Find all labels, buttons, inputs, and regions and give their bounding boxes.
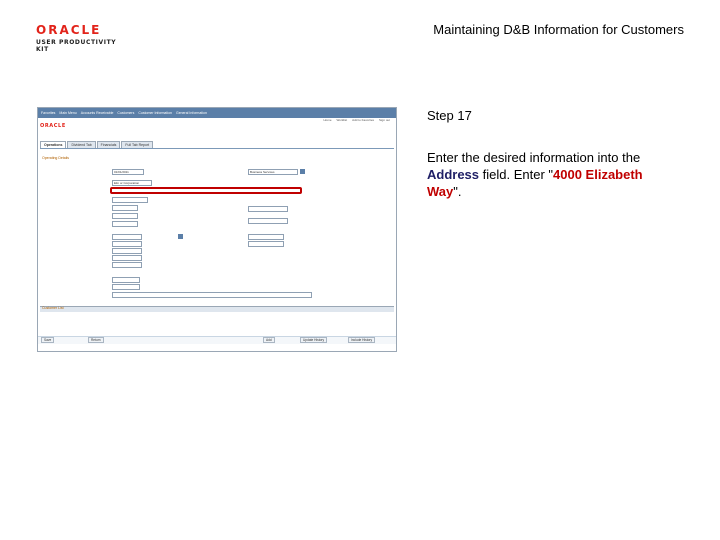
nav-item[interactable]: General Information (176, 111, 207, 115)
document-title: Maintaining D&B Information for Customer… (433, 22, 684, 37)
instruction-end: ". (453, 184, 462, 199)
trade-style-field[interactable] (112, 292, 312, 298)
annual-sales-field[interactable] (112, 284, 140, 290)
app-brand-logo: ORACLE (40, 123, 66, 129)
top-link[interactable]: Sign out (379, 118, 390, 123)
address-field[interactable] (110, 187, 302, 194)
top-link[interactable]: Home (324, 118, 332, 123)
city-field[interactable] (112, 197, 148, 203)
telephone-field[interactable] (112, 221, 138, 227)
telex-field[interactable] (248, 218, 288, 224)
owned-by-field[interactable] (112, 241, 142, 247)
oracle-wordmark: ORACLE (36, 23, 102, 37)
employees-here-field[interactable] (112, 277, 140, 283)
add-button[interactable]: Add (263, 337, 275, 343)
save-button[interactable]: Save (41, 337, 55, 343)
update-history-button[interactable]: Update History (300, 337, 328, 343)
step-label: Step 17 (427, 108, 472, 123)
instruction-intro: Enter the desired information into the (427, 150, 641, 165)
instruction-field-name: Address (427, 167, 480, 182)
nav-item[interactable]: Favorites (41, 111, 55, 115)
section-title: Operating Details (42, 156, 70, 160)
return-button[interactable]: Return (88, 337, 104, 343)
nav-item[interactable]: Main Menu (59, 111, 76, 115)
section-divider (40, 148, 394, 149)
nav-item[interactable]: Accounts Receivable (81, 111, 114, 115)
total-employees-field[interactable] (112, 255, 142, 261)
upk-wordmark: USER PRODUCTIVITY KIT (36, 39, 117, 53)
nav-item[interactable]: Customers (117, 111, 134, 115)
reference-field[interactable]: Business Services (248, 169, 298, 175)
name-field[interactable]: Elm or Corporation (112, 180, 152, 186)
customer-grid-header (40, 306, 394, 312)
headquarter-field[interactable] (112, 234, 142, 240)
instruction-text: Enter the desired information into the A… (427, 149, 667, 200)
state-field[interactable] (112, 205, 138, 211)
lookup-icon[interactable] (300, 169, 305, 174)
dropdown-icon[interactable] (178, 234, 183, 239)
top-link[interactable]: Add to Favorites (352, 118, 374, 123)
instruction-mid: field. Enter " (479, 167, 554, 182)
ceo-field[interactable] (112, 262, 142, 268)
primary-sic-field[interactable] (248, 234, 284, 240)
country-field[interactable] (112, 213, 138, 219)
customer-grid-title: Customer List (42, 306, 64, 310)
effective-date-field[interactable]: 01/01/2011 (112, 169, 144, 175)
postal-code-field[interactable] (248, 206, 288, 212)
include-history-button[interactable]: Include History (348, 337, 376, 343)
currency-field[interactable] (248, 241, 284, 247)
app-navigation-bar: Favorites Main Menu Accounts Receivable … (38, 108, 396, 118)
nav-item[interactable]: Customer Information (138, 111, 172, 115)
top-link[interactable]: Worklist (337, 118, 348, 123)
application-screenshot: Favorites Main Menu Accounts Receivable … (37, 107, 397, 352)
incorporation-year-field[interactable] (112, 248, 142, 254)
oracle-upk-logo: ORACLE USER PRODUCTIVITY KIT (36, 24, 126, 53)
app-top-links: Home Worklist Add to Favorites Sign out (38, 118, 396, 123)
